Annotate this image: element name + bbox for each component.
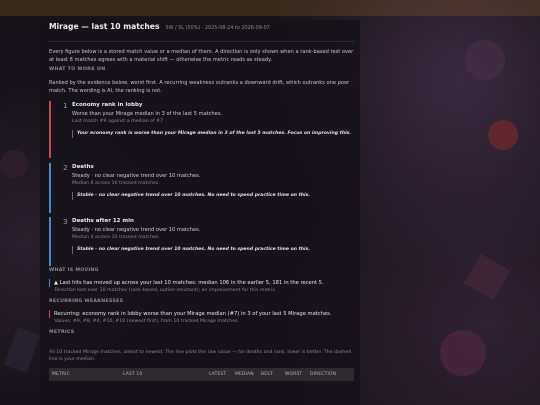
work-on-description: Ranked by the evidence below, worst firs… (49, 79, 350, 95)
severity-bar (49, 216, 51, 266)
recurring-weakness: Recurring: economy rank in lobby worse t… (49, 309, 354, 318)
column-last-10[interactable]: LAST 10 (123, 372, 142, 377)
item-status: Worse than your Mirage median in 3 of th… (72, 110, 223, 117)
ai-advice: Your economy rank is worse than your Mir… (72, 130, 354, 139)
item-title: Economy rank in lobby (72, 101, 143, 108)
severity-bar (49, 100, 51, 158)
ai-advice: Stable - no clear negative trend over 10… (72, 246, 354, 255)
item-title: Deaths (72, 163, 94, 170)
item-rank: 1 (63, 100, 68, 110)
section-heading-metrics: METRICS (49, 329, 75, 335)
column-metric[interactable]: METRIC (52, 372, 70, 377)
item-detail: Median 6 across 10 tracked matches. (72, 181, 160, 187)
item-status: Steady · no clear negative trend over 10… (72, 226, 201, 233)
metrics-caption: All 10 tracked Mirage matches, oldest to… (49, 349, 352, 363)
match-summary: 5W / 5L (50%) · 2025-08-24 to 2026-09-07 (165, 25, 270, 31)
ai-advice: Stable - no clear negative trend over 10… (72, 192, 354, 201)
header-divider (49, 41, 354, 42)
item-rank: 2 (63, 162, 68, 172)
page-title: Mirage — last 10 matches (49, 22, 160, 31)
item-status: Steady · no clear negative trend over 10… (72, 172, 201, 179)
metrics-table-header: METRIC LAST 10 LATEST MEDIAN BEST WORST … (49, 367, 354, 381)
column-median[interactable]: MEDIAN (235, 372, 254, 377)
item-rank: 3 (63, 216, 68, 226)
item-detail: Last match #9 against a median of #7 (72, 119, 164, 125)
column-worst[interactable]: WORST (285, 372, 302, 377)
section-heading-work-on: WHAT TO WORK ON (49, 66, 106, 72)
item-detail: Median 4 across 10 tracked matches. (72, 235, 160, 241)
item-title: Deaths after 12 min (72, 217, 134, 224)
work-item: 3 Deaths after 12 min Steady · no clear … (49, 216, 354, 266)
severity-bar (49, 162, 51, 213)
intro-text: Every figure below is a stored match val… (49, 49, 354, 64)
column-best[interactable]: BEST (261, 372, 273, 377)
report-content: Mirage — last 10 matches 5W / 5L (50%) ·… (49, 22, 354, 381)
column-direction[interactable]: DIRECTION (310, 372, 336, 377)
report-header: Mirage — last 10 matches 5W / 5L (50%) ·… (49, 22, 354, 40)
moving-metric: ▲ Last hits has moved up across your las… (49, 278, 354, 287)
recurring-detail: Values: #9, #8, #4, #10, #10 (newest fir… (54, 318, 240, 324)
section-heading-recurring: RECURRING WEAKNESSES (49, 298, 124, 304)
column-latest[interactable]: LATEST (209, 372, 226, 377)
moving-detail: Direction test over 10 matches (rank-bas… (54, 287, 277, 293)
work-item: 2 Deaths Steady · no clear negative tren… (49, 162, 354, 213)
work-item: 1 Economy rank in lobby Worse than your … (49, 100, 354, 158)
section-heading-moving: WHAT IS MOVING (49, 267, 99, 273)
